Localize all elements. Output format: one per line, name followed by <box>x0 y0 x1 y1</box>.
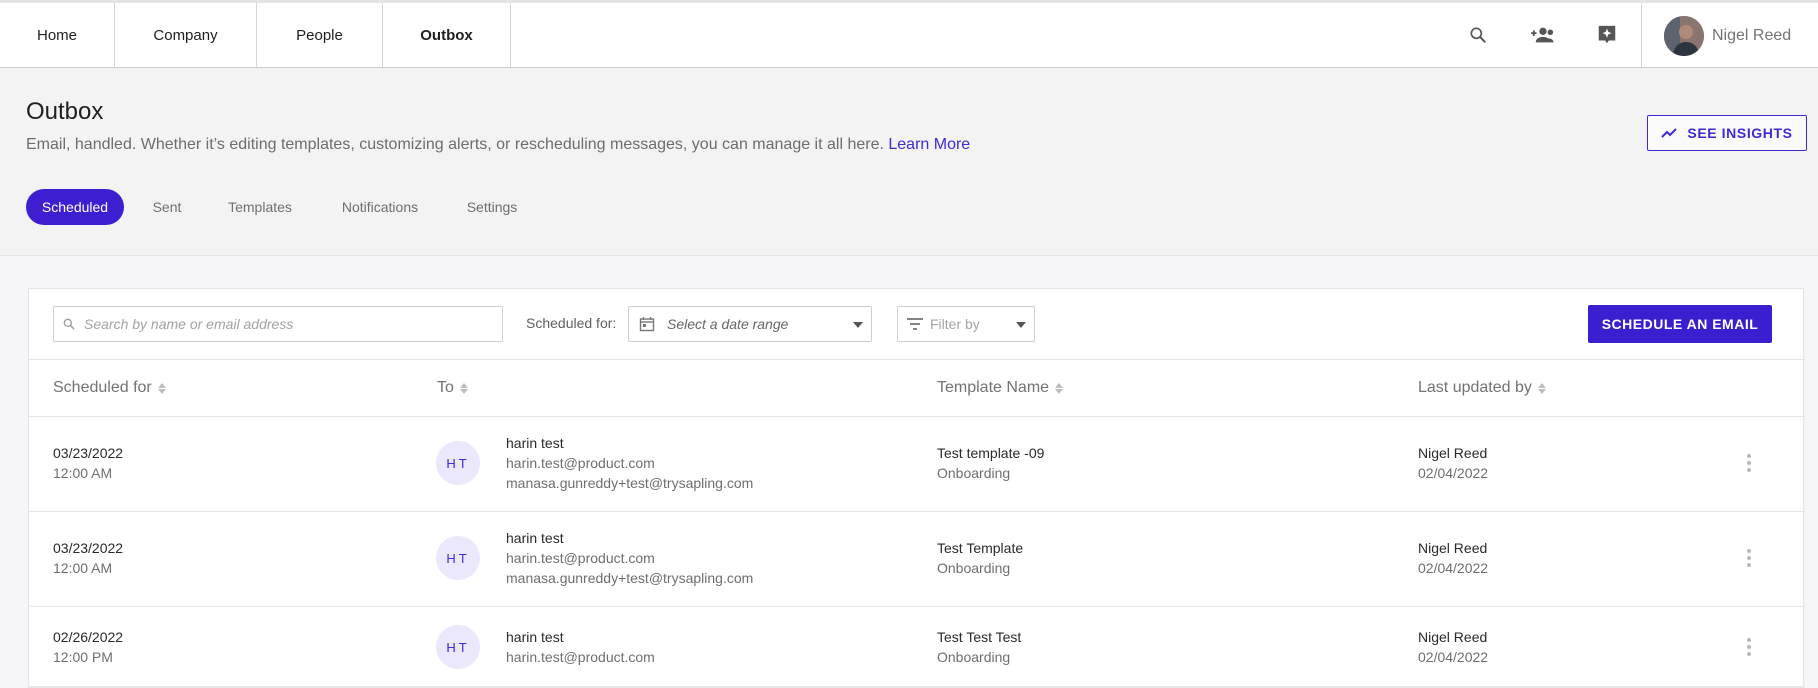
add-people-icon[interactable] <box>1529 21 1557 49</box>
tab-scheduled[interactable]: Scheduled <box>26 189 124 225</box>
toolbar-divider <box>29 359 1805 360</box>
top-navigation-bar: Home Company People Outbox Nigel Reed <box>0 0 1818 68</box>
recipient-cc-email: manasa.gunreddy+test@trysapling.com <box>506 475 754 491</box>
search-icon[interactable] <box>1464 21 1492 49</box>
sort-icon <box>1537 382 1546 394</box>
template-name: Test Template <box>937 540 1024 556</box>
chevron-down-icon <box>853 322 863 328</box>
updated-by-name: Nigel Reed <box>1418 629 1488 645</box>
template-name: Test template -09 <box>937 445 1045 461</box>
recipient-name: harin test <box>506 629 564 645</box>
nav-tab-home[interactable]: Home <box>0 3 115 67</box>
see-insights-button[interactable]: SEE INSIGHTS <box>1647 115 1807 151</box>
updated-date: 02/04/2022 <box>1418 649 1489 665</box>
page-subtitle: Email, handled. Whether it’s editing tem… <box>26 136 970 154</box>
tab-templates[interactable]: Templates <box>216 189 304 225</box>
sort-icon <box>459 382 468 394</box>
recipient-email: harin.test@product.com <box>506 550 655 566</box>
table-row[interactable]: 03/23/2022 12:00 AM HT harin test harin.… <box>29 512 1805 607</box>
chevron-down-icon <box>1016 322 1026 328</box>
date-range-placeholder: Select a date range <box>667 316 789 332</box>
recipient-initials: HT <box>436 441 480 485</box>
template-category: Onboarding <box>937 560 1011 576</box>
template-name: Test Test Test <box>937 629 1022 645</box>
nav-tab-outbox[interactable]: Outbox <box>383 3 511 67</box>
learn-more-link[interactable]: Learn More <box>888 136 970 153</box>
column-header-template-name[interactable]: Template Name <box>937 379 1064 397</box>
calendar-icon <box>639 317 655 332</box>
user-divider <box>1641 3 1642 67</box>
date-range-select[interactable]: Select a date range <box>628 306 872 342</box>
trending-up-icon <box>1661 128 1678 138</box>
scheduled-date: 03/23/2022 <box>53 540 124 556</box>
page-title: Outbox <box>26 98 104 125</box>
filter-icon <box>907 318 923 330</box>
filter-select[interactable]: Filter by <box>897 306 1035 342</box>
subtitle-text: Email, handled. Whether it’s editing tem… <box>26 136 884 153</box>
updated-date: 02/04/2022 <box>1418 560 1489 576</box>
search-field[interactable] <box>53 306 503 342</box>
filter-placeholder: Filter by <box>930 316 980 332</box>
updated-date: 02/04/2022 <box>1418 465 1489 481</box>
scheduled-date: 03/23/2022 <box>53 445 124 461</box>
scheduled-date: 02/26/2022 <box>53 629 124 645</box>
scheduled-for-label: Scheduled for: <box>526 315 617 331</box>
more-options-icon[interactable] <box>1739 451 1759 475</box>
column-header-last-updated-by[interactable]: Last updated by <box>1418 379 1546 397</box>
scheduled-time: 12:00 AM <box>53 560 113 576</box>
column-header-label: Scheduled for <box>53 379 152 396</box>
scheduled-time: 12:00 PM <box>53 649 113 665</box>
more-options-icon[interactable] <box>1739 635 1759 659</box>
schedule-email-button[interactable]: SCHEDULE AN EMAIL <box>1588 305 1772 343</box>
sort-icon <box>1055 382 1064 394</box>
scheduled-emails-card: Scheduled for: Select a date range Filte… <box>28 288 1805 688</box>
avatar[interactable] <box>1664 16 1704 56</box>
recipient-email: harin.test@product.com <box>506 455 655 471</box>
template-category: Onboarding <box>937 649 1011 665</box>
user-name[interactable]: Nigel Reed <box>1712 27 1791 45</box>
table-row[interactable]: 02/26/2022 12:00 PM HT harin test harin.… <box>29 607 1805 687</box>
see-insights-label: SEE INSIGHTS <box>1687 125 1793 141</box>
recipient-cc-email: manasa.gunreddy+test@trysapling.com <box>506 570 754 586</box>
scheduled-time: 12:00 AM <box>53 465 113 481</box>
sparkle-bubble-icon[interactable] <box>1593 21 1621 49</box>
updated-by-name: Nigel Reed <box>1418 540 1488 556</box>
column-header-to[interactable]: To <box>437 379 468 397</box>
more-options-icon[interactable] <box>1739 546 1759 570</box>
recipient-name: harin test <box>506 530 564 546</box>
nav-tab-people[interactable]: People <box>257 3 383 67</box>
template-category: Onboarding <box>937 465 1011 481</box>
recipient-initials: HT <box>436 625 480 669</box>
tab-settings[interactable]: Settings <box>456 189 528 225</box>
updated-by-name: Nigel Reed <box>1418 445 1488 461</box>
sort-icon <box>157 382 166 394</box>
search-icon <box>63 318 75 330</box>
column-header-scheduled-for[interactable]: Scheduled for <box>53 379 166 397</box>
tab-sent[interactable]: Sent <box>140 189 194 225</box>
table-row[interactable]: 03/23/2022 12:00 AM HT harin test harin.… <box>29 417 1805 512</box>
column-header-label: To <box>437 379 454 396</box>
search-input[interactable] <box>84 316 484 332</box>
nav-tab-company[interactable]: Company <box>115 3 257 67</box>
column-header-label: Last updated by <box>1418 379 1532 396</box>
recipient-initials: HT <box>436 536 480 580</box>
recipient-email: harin.test@product.com <box>506 649 655 665</box>
tab-notifications[interactable]: Notifications <box>332 189 428 225</box>
recipient-name: harin test <box>506 435 564 451</box>
column-header-label: Template Name <box>937 379 1050 396</box>
